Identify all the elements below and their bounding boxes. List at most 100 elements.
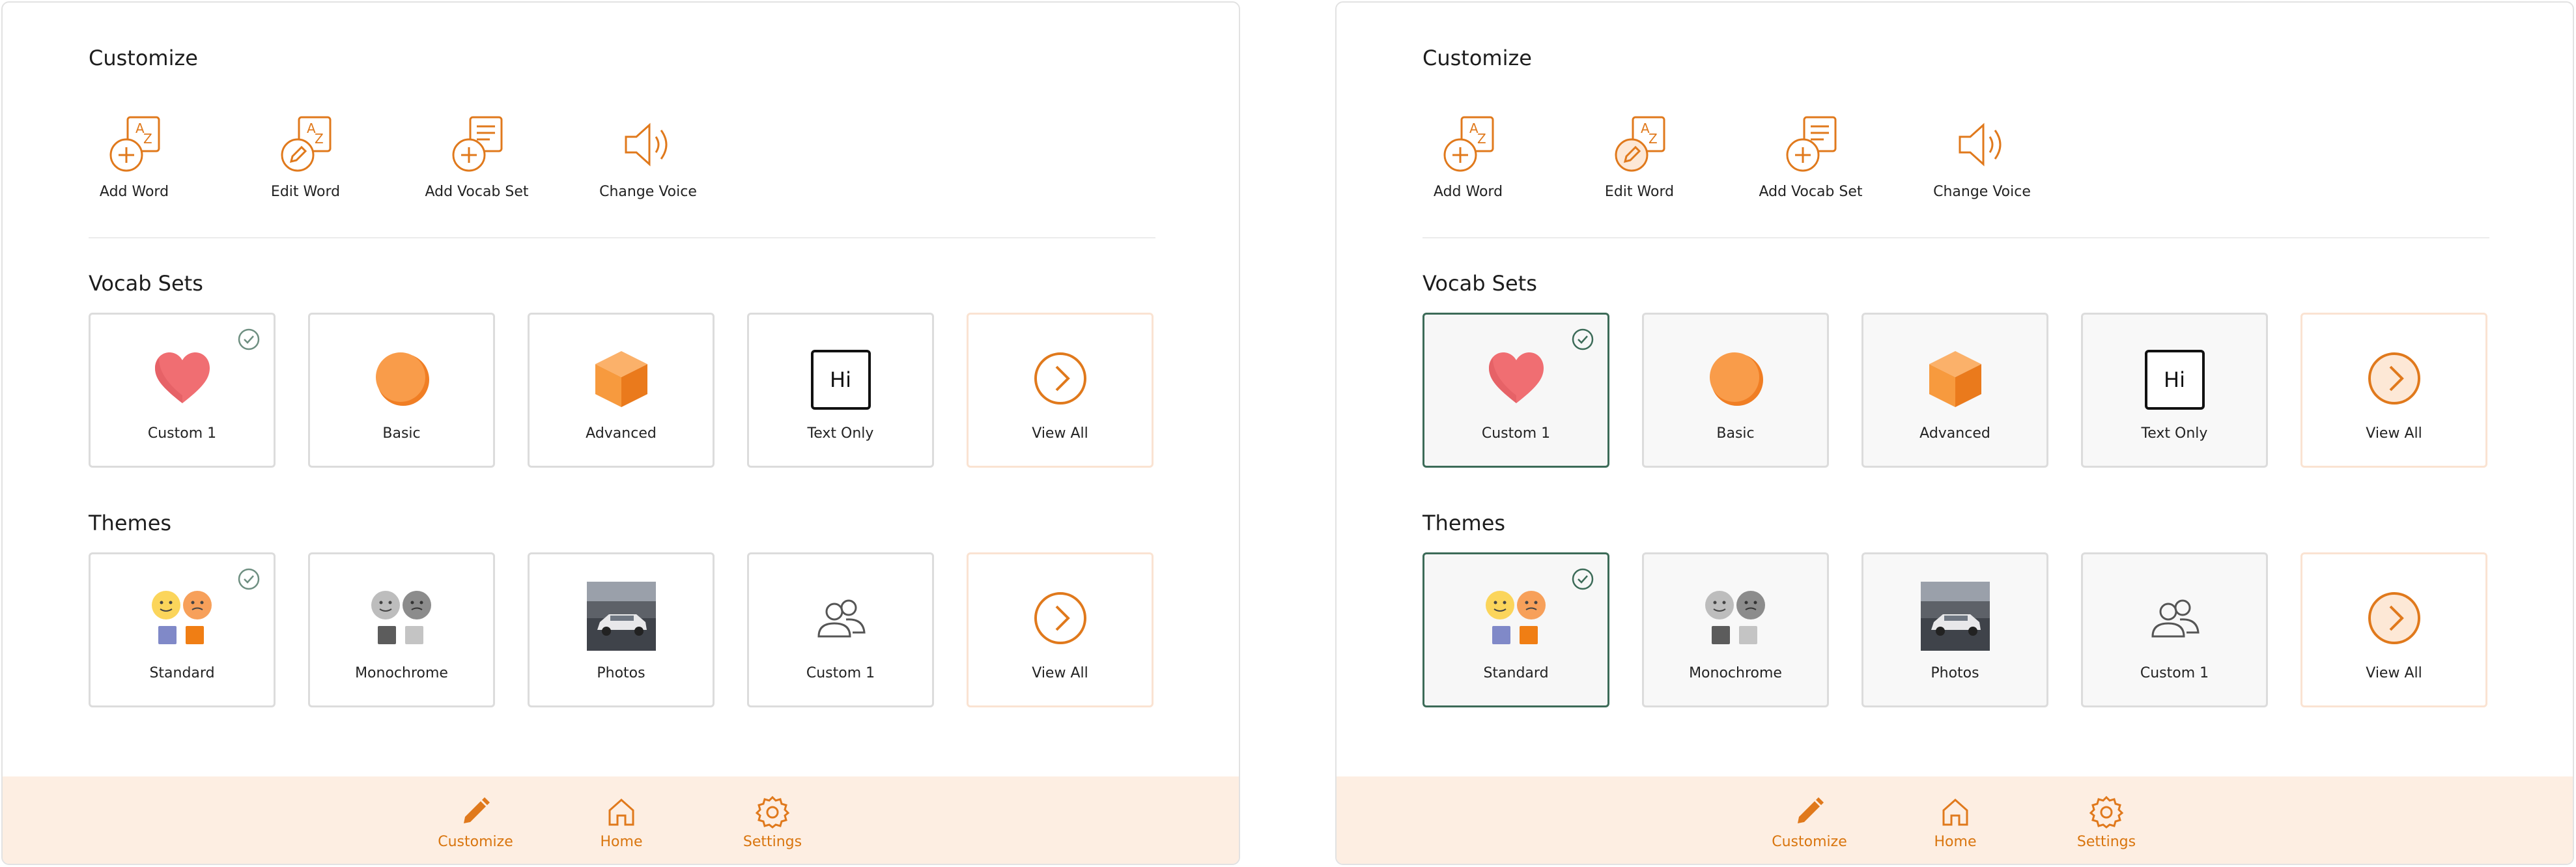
nav-customize[interactable]: Customize bbox=[417, 795, 534, 853]
vocab-sets-view-all-tile[interactable]: View All bbox=[2300, 313, 2487, 468]
vocab-set-tile-custom-1[interactable]: Custom 1 bbox=[1422, 313, 1609, 468]
svg-text:Z: Z bbox=[1649, 131, 1658, 147]
speaker-icon bbox=[625, 122, 668, 167]
tile-label: Standard bbox=[1483, 665, 1549, 681]
tile-label: Custom 1 bbox=[806, 665, 875, 681]
svg-text:Z: Z bbox=[315, 131, 324, 147]
home-icon bbox=[1942, 798, 1968, 826]
tile-label: Photos bbox=[1931, 665, 1979, 681]
add-vocab-set-icon bbox=[1786, 116, 1837, 172]
edit-word-button[interactable]: A Z Edit Word bbox=[1568, 113, 1711, 205]
vocab-sets-view-all-tile[interactable]: View All bbox=[967, 313, 1154, 468]
chevron-right-circle-icon bbox=[2368, 352, 2420, 405]
section-divider bbox=[1422, 237, 2489, 238]
nav-customize[interactable]: Customize bbox=[1751, 795, 1868, 853]
nav-label: Settings bbox=[2076, 834, 2136, 850]
photo-icon bbox=[1920, 582, 1990, 651]
theme-tile-custom-1[interactable]: Custom 1 bbox=[747, 552, 934, 707]
vocab-sets-row: Custom 1 Basic Advanced Hi Text Only Vie… bbox=[1422, 313, 2489, 468]
photo-icon bbox=[586, 582, 656, 651]
tile-label: Advanced bbox=[586, 425, 657, 442]
check-circle-icon bbox=[238, 568, 260, 590]
check-circle-icon bbox=[1572, 328, 1594, 350]
chevron-right-circle-icon bbox=[1034, 592, 1086, 644]
cube-icon bbox=[1929, 351, 1981, 407]
check-circle-icon bbox=[1572, 568, 1594, 590]
change-voice-button[interactable]: Change Voice bbox=[1910, 113, 2054, 205]
tile-label: Photos bbox=[597, 665, 645, 681]
themes-view-all-tile[interactable]: View All bbox=[2300, 552, 2487, 707]
nav-settings[interactable]: Settings bbox=[2048, 795, 2165, 853]
nav-home[interactable]: Home bbox=[1897, 795, 2014, 853]
vocab-set-tile-basic[interactable]: Basic bbox=[308, 313, 495, 468]
theme-tile-custom-1[interactable]: Custom 1 bbox=[2081, 552, 2268, 707]
heart-icon bbox=[1488, 352, 1544, 403]
tile-label: Custom 1 bbox=[147, 425, 217, 442]
cube-icon bbox=[595, 351, 647, 407]
tile-label: View All bbox=[2366, 425, 2422, 442]
vocab-set-tile-text-only[interactable]: Hi Text Only bbox=[2081, 313, 2268, 468]
vocab-sets-title: Vocab Sets bbox=[89, 271, 203, 296]
vocab-set-tile-text-only[interactable]: Hi Text Only bbox=[747, 313, 934, 468]
edit-word-label: Edit Word bbox=[270, 184, 341, 200]
vocab-sets-title: Vocab Sets bbox=[1422, 271, 1537, 296]
pencil-icon bbox=[464, 797, 490, 823]
change-voice-label: Change Voice bbox=[1933, 184, 2031, 200]
section-divider bbox=[89, 237, 1155, 238]
nav-label: Customize bbox=[1772, 834, 1847, 850]
tile-label: Basic bbox=[382, 425, 421, 442]
themes-row: Standard Monochrome Photos Custom 1 View… bbox=[1422, 552, 2489, 707]
check-circle-icon bbox=[238, 328, 260, 350]
add-word-button[interactable]: A Z Add Word bbox=[63, 113, 206, 205]
speaker-icon bbox=[1959, 122, 2002, 167]
circle-icon bbox=[375, 352, 429, 406]
add-vocab-set-icon bbox=[452, 116, 503, 172]
monochrome-theme-icon bbox=[1705, 591, 1765, 644]
svg-text:Z: Z bbox=[1477, 131, 1486, 147]
customize-screen-left: Customize A Z Add Word A Z Edit Word Add… bbox=[1, 1, 1240, 865]
theme-tile-monochrome[interactable]: Monochrome bbox=[1642, 552, 1829, 707]
tile-label: View All bbox=[2366, 665, 2422, 681]
nav-home[interactable]: Home bbox=[563, 795, 680, 853]
nav-label: Settings bbox=[743, 834, 802, 850]
heart-icon bbox=[154, 352, 210, 403]
tile-label: Custom 1 bbox=[2140, 665, 2209, 681]
theme-tile-standard[interactable]: Standard bbox=[1422, 552, 1609, 707]
theme-tile-monochrome[interactable]: Monochrome bbox=[308, 552, 495, 707]
change-voice-label: Change Voice bbox=[599, 184, 697, 200]
theme-tile-photos[interactable]: Photos bbox=[1861, 552, 2048, 707]
svg-text:Z: Z bbox=[143, 131, 152, 147]
tile-label: Text Only bbox=[2141, 425, 2208, 442]
customize-screen-right: Customize A Z Add Word A Z Edit Word Add… bbox=[1335, 1, 2574, 865]
users-icon bbox=[2151, 599, 2200, 638]
themes-view-all-tile[interactable]: View All bbox=[967, 552, 1154, 707]
add-vocab-set-button[interactable]: Add Vocab Set bbox=[1739, 113, 1882, 205]
chevron-right-circle-icon bbox=[2368, 592, 2420, 644]
chevron-right-circle-icon bbox=[1034, 352, 1086, 405]
edit-word-button[interactable]: A Z Edit Word bbox=[234, 113, 377, 205]
users-icon bbox=[817, 599, 866, 638]
theme-tile-standard[interactable]: Standard bbox=[89, 552, 276, 707]
vocab-set-tile-advanced[interactable]: Advanced bbox=[1861, 313, 2048, 468]
nav-settings[interactable]: Settings bbox=[714, 795, 831, 853]
themes-title: Themes bbox=[89, 511, 172, 535]
themes-title: Themes bbox=[1422, 511, 1506, 535]
text-hi-icon: Hi bbox=[810, 350, 871, 410]
vocab-sets-row: Custom 1 Basic Advanced Hi Text Only Vie… bbox=[89, 313, 1155, 468]
edit-word-icon: A Z bbox=[1615, 116, 1665, 172]
monochrome-theme-icon bbox=[371, 591, 431, 644]
vocab-set-tile-basic[interactable]: Basic bbox=[1642, 313, 1829, 468]
add-word-label: Add Word bbox=[99, 184, 169, 200]
add-vocab-set-button[interactable]: Add Vocab Set bbox=[405, 113, 548, 205]
vocab-set-tile-custom-1[interactable]: Custom 1 bbox=[89, 313, 276, 468]
add-word-button[interactable]: A Z Add Word bbox=[1396, 113, 1540, 205]
add-vocab-set-label: Add Vocab Set bbox=[425, 184, 529, 200]
tile-label: Standard bbox=[149, 665, 215, 681]
tile-label: View All bbox=[1032, 425, 1088, 442]
change-voice-button[interactable]: Change Voice bbox=[576, 113, 720, 205]
pencil-icon bbox=[1798, 797, 1824, 823]
nav-label: Home bbox=[600, 834, 643, 850]
vocab-set-tile-advanced[interactable]: Advanced bbox=[528, 313, 715, 468]
theme-tile-photos[interactable]: Photos bbox=[528, 552, 715, 707]
bottom-nav-bar: Customize Home Settings bbox=[1337, 776, 2573, 864]
